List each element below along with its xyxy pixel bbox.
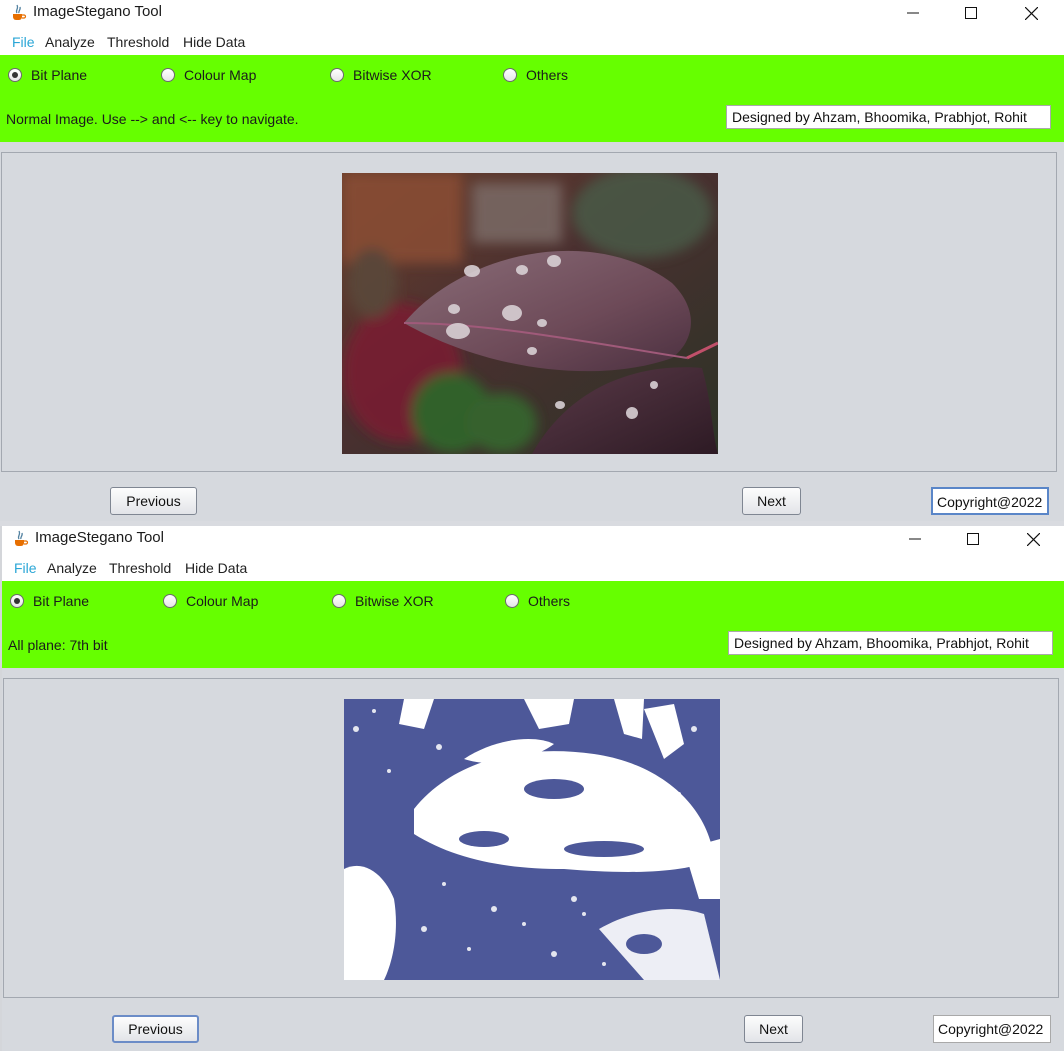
radio-bit-plane[interactable]: Bit Plane	[10, 593, 89, 609]
menu-file[interactable]: File	[14, 560, 37, 576]
radio-unselected-icon	[503, 68, 517, 82]
radio-unselected-icon	[505, 594, 519, 608]
copyright-field[interactable]: Copyright@2022	[931, 487, 1049, 515]
next-button[interactable]: Next	[744, 1015, 803, 1043]
menu-bar: File Analyze Threshold Hide Data	[0, 29, 1064, 55]
radio-selected-icon	[10, 594, 24, 608]
maximize-button[interactable]	[942, 0, 1000, 26]
credits-field[interactable]: Designed by Ahzam, Bhoomika, Prabhjot, R…	[728, 631, 1053, 655]
maximize-icon	[965, 7, 977, 19]
radio-unselected-icon	[332, 594, 346, 608]
image-panel	[1, 152, 1057, 472]
content-area: Previous Next Copyright@2022	[0, 142, 1064, 521]
minimize-icon	[909, 538, 921, 540]
menu-file[interactable]: File	[12, 34, 35, 50]
radio-others[interactable]: Others	[505, 593, 570, 609]
credits-field[interactable]: Designed by Ahzam, Bhoomika, Prabhjot, R…	[726, 105, 1051, 129]
java-app-icon	[15, 530, 29, 546]
next-button[interactable]: Next	[742, 487, 801, 515]
content-area: Previous Next Copyright@2022	[2, 668, 1064, 1051]
menu-bar: File Analyze Threshold Hide Data	[2, 555, 1064, 581]
radio-colour-map[interactable]: Colour Map	[161, 67, 256, 83]
app-window-1: ImageStegano Tool File Analyze Threshold…	[0, 0, 1064, 521]
radio-label: Colour Map	[184, 67, 257, 83]
menu-analyze[interactable]: Analyze	[47, 560, 97, 576]
menu-hide-data[interactable]: Hide Data	[185, 560, 247, 576]
title-bar[interactable]: ImageStegano Tool	[0, 0, 1064, 26]
menu-analyze[interactable]: Analyze	[45, 34, 95, 50]
radio-bit-plane[interactable]: Bit Plane	[8, 67, 87, 83]
app-window-2: ImageStegano Tool File Analyze Threshold…	[2, 526, 1064, 1051]
radio-bitwise-xor[interactable]: Bitwise XOR	[330, 67, 432, 83]
mode-toolbar: Bit Plane Colour Map Bitwise XOR Others …	[0, 55, 1064, 142]
menu-threshold[interactable]: Threshold	[109, 560, 171, 576]
radio-label: Others	[526, 67, 569, 83]
radio-colour-map[interactable]: Colour Map	[163, 593, 258, 609]
bit-plane-image	[344, 699, 720, 980]
menu-threshold[interactable]: Threshold	[107, 34, 169, 50]
radio-bitwise-xor[interactable]: Bitwise XOR	[332, 593, 434, 609]
radio-unselected-icon	[163, 594, 177, 608]
radio-unselected-icon	[161, 68, 175, 82]
radio-unselected-icon	[330, 68, 344, 82]
status-text: Normal Image. Use --> and <-- key to nav…	[6, 111, 299, 127]
maximize-icon	[967, 533, 979, 545]
radio-selected-icon	[8, 68, 22, 82]
radio-label: Bitwise XOR	[355, 593, 434, 609]
close-button[interactable]	[1004, 526, 1062, 552]
maximize-button[interactable]	[944, 526, 1002, 552]
minimize-button[interactable]	[884, 0, 942, 26]
copyright-field[interactable]: Copyright@2022	[933, 1015, 1051, 1043]
menu-hide-data[interactable]: Hide Data	[183, 34, 245, 50]
radio-label: Bit Plane	[31, 67, 88, 83]
leaf-photo	[342, 173, 718, 454]
title-bar[interactable]: ImageStegano Tool	[2, 526, 1064, 552]
previous-button[interactable]: Previous	[112, 1015, 199, 1043]
radio-label: Bitwise XOR	[353, 67, 432, 83]
close-icon	[1024, 6, 1038, 20]
radio-label: Colour Map	[186, 593, 259, 609]
window-title: ImageStegano Tool	[33, 3, 162, 20]
minimize-button[interactable]	[886, 526, 944, 552]
mode-toolbar: Bit Plane Colour Map Bitwise XOR Others …	[2, 581, 1064, 668]
close-button[interactable]	[1002, 0, 1060, 26]
status-text: All plane: 7th bit	[8, 637, 108, 653]
window-title: ImageStegano Tool	[35, 529, 164, 546]
close-icon	[1026, 532, 1040, 546]
minimize-icon	[907, 12, 919, 14]
radio-others[interactable]: Others	[503, 67, 568, 83]
java-app-icon	[13, 4, 27, 20]
radio-label: Others	[528, 593, 571, 609]
radio-label: Bit Plane	[33, 593, 90, 609]
previous-button[interactable]: Previous	[110, 487, 197, 515]
image-panel	[3, 678, 1059, 998]
